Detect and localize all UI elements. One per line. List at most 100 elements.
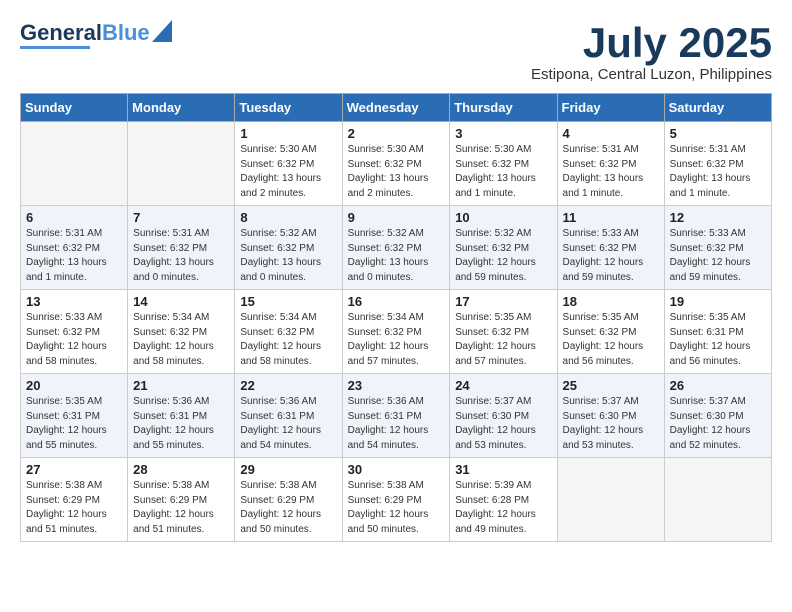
- calendar-cell: 26 Sunrise: 5:37 AMSunset: 6:30 PMDayligh…: [664, 374, 771, 458]
- weekday-header: Thursday: [450, 94, 557, 122]
- calendar-cell: [557, 458, 664, 542]
- day-number: 19: [670, 294, 766, 309]
- calendar-cell: 3 Sunrise: 5:30 AMSunset: 6:32 PMDaylight…: [450, 122, 557, 206]
- calendar-cell: 17 Sunrise: 5:35 AMSunset: 6:32 PMDayligh…: [450, 290, 557, 374]
- calendar-cell: [128, 122, 235, 206]
- weekday-header-row: SundayMondayTuesdayWednesdayThursdayFrid…: [21, 94, 772, 122]
- day-number: 5: [670, 126, 766, 141]
- day-number: 30: [348, 462, 445, 477]
- weekday-header: Tuesday: [235, 94, 342, 122]
- day-detail: Sunrise: 5:31 AMSunset: 6:32 PMDaylight:…: [133, 227, 229, 285]
- calendar-cell: [664, 458, 771, 542]
- day-number: 3: [455, 126, 551, 141]
- day-detail: Sunrise: 5:35 AMSunset: 6:31 PMDaylight:…: [26, 395, 122, 453]
- day-number: 15: [240, 294, 336, 309]
- calendar-cell: 24Sunrise: 5:37 AMSunset: 6:30 PMDayligh…: [450, 374, 557, 458]
- calendar-cell: [21, 122, 128, 206]
- calendar-cell: 22Sunrise: 5:36 AMSunset: 6:31 PMDayligh…: [235, 374, 342, 458]
- calendar-cell: 28 Sunrise: 5:38 AMSunset: 6:29 PMDayligh…: [128, 458, 235, 542]
- calendar-cell: 19 Sunrise: 5:35 AMSunset: 6:31 PMDayligh…: [664, 290, 771, 374]
- month-title: July 2025: [531, 20, 772, 66]
- calendar-cell: 30 Sunrise: 5:38 AMSunset: 6:29 PMDayligh…: [342, 458, 450, 542]
- day-number: 4: [563, 126, 659, 141]
- calendar-week-row: 13 Sunrise: 5:33 AMSunset: 6:32 PMDayligh…: [21, 290, 772, 374]
- day-number: 31: [455, 462, 551, 477]
- day-number: 21: [133, 378, 229, 393]
- day-number: 29: [240, 462, 336, 477]
- day-number: 10: [455, 210, 551, 225]
- logo: GeneralBlue: [20, 20, 172, 49]
- day-detail: Sunrise: 5:38 AMSunset: 6:29 PMDaylight:…: [26, 479, 122, 537]
- calendar-cell: 9 Sunrise: 5:32 AMSunset: 6:32 PMDaylight…: [342, 206, 450, 290]
- weekday-header: Sunday: [21, 94, 128, 122]
- day-detail: Sunrise: 5:31 AMSunset: 6:32 PMDaylight:…: [670, 143, 766, 201]
- calendar-week-row: 6 Sunrise: 5:31 AMSunset: 6:32 PMDaylight…: [21, 206, 772, 290]
- page-header: GeneralBlue July 2025 Estipona, Central …: [20, 20, 772, 83]
- calendar-cell: 1 Sunrise: 5:30 AMSunset: 6:32 PMDaylight…: [235, 122, 342, 206]
- calendar-cell: 21 Sunrise: 5:36 AMSunset: 6:31 PMDayligh…: [128, 374, 235, 458]
- day-number: 26: [670, 378, 766, 393]
- day-number: 23: [348, 378, 445, 393]
- calendar-cell: 25Sunrise: 5:37 AMSunset: 6:30 PMDayligh…: [557, 374, 664, 458]
- weekday-header: Friday: [557, 94, 664, 122]
- day-number: 13: [26, 294, 122, 309]
- day-number: 2: [348, 126, 445, 141]
- calendar-cell: 11Sunrise: 5:33 AMSunset: 6:32 PMDayligh…: [557, 206, 664, 290]
- weekday-header: Monday: [128, 94, 235, 122]
- calendar-cell: 27Sunrise: 5:38 AMSunset: 6:29 PMDayligh…: [21, 458, 128, 542]
- calendar-cell: 2Sunrise: 5:30 AMSunset: 6:32 PMDaylight…: [342, 122, 450, 206]
- calendar-week-row: 20 Sunrise: 5:35 AMSunset: 6:31 PMDayligh…: [21, 374, 772, 458]
- calendar-cell: 6 Sunrise: 5:31 AMSunset: 6:32 PMDaylight…: [21, 206, 128, 290]
- day-detail: Sunrise: 5:39 AMSunset: 6:28 PMDaylight:…: [455, 479, 551, 537]
- day-detail: Sunrise: 5:30 AMSunset: 6:32 PMDaylight:…: [240, 143, 336, 201]
- day-detail: Sunrise: 5:37 AMSunset: 6:30 PMDaylight:…: [455, 395, 551, 453]
- day-detail: Sunrise: 5:32 AMSunset: 6:32 PMDaylight:…: [455, 227, 551, 285]
- day-detail: Sunrise: 5:34 AMSunset: 6:32 PMDaylight:…: [348, 311, 445, 369]
- day-detail: Sunrise: 5:38 AMSunset: 6:29 PMDaylight:…: [133, 479, 229, 537]
- logo-underline: [20, 46, 90, 49]
- calendar-cell: 12Sunrise: 5:33 AMSunset: 6:32 PMDayligh…: [664, 206, 771, 290]
- day-detail: Sunrise: 5:36 AMSunset: 6:31 PMDaylight:…: [240, 395, 336, 453]
- day-number: 8: [240, 210, 336, 225]
- calendar-cell: 7 Sunrise: 5:31 AMSunset: 6:32 PMDaylight…: [128, 206, 235, 290]
- day-detail: Sunrise: 5:33 AMSunset: 6:32 PMDaylight:…: [563, 227, 659, 285]
- calendar-cell: 16 Sunrise: 5:34 AMSunset: 6:32 PMDayligh…: [342, 290, 450, 374]
- day-detail: Sunrise: 5:31 AMSunset: 6:32 PMDaylight:…: [563, 143, 659, 201]
- day-detail: Sunrise: 5:38 AMSunset: 6:29 PMDaylight:…: [348, 479, 445, 537]
- title-area: July 2025 Estipona, Central Luzon, Phili…: [531, 20, 772, 83]
- calendar-cell: 4 Sunrise: 5:31 AMSunset: 6:32 PMDaylight…: [557, 122, 664, 206]
- day-detail: Sunrise: 5:36 AMSunset: 6:31 PMDaylight:…: [133, 395, 229, 453]
- calendar-cell: 23Sunrise: 5:36 AMSunset: 6:31 PMDayligh…: [342, 374, 450, 458]
- day-number: 16: [348, 294, 445, 309]
- day-number: 28: [133, 462, 229, 477]
- location: Estipona, Central Luzon, Philippines: [531, 66, 772, 83]
- day-number: 25: [563, 378, 659, 393]
- day-detail: Sunrise: 5:32 AMSunset: 6:32 PMDaylight:…: [348, 227, 445, 285]
- day-detail: Sunrise: 5:30 AMSunset: 6:32 PMDaylight:…: [455, 143, 551, 201]
- calendar-cell: 18Sunrise: 5:35 AMSunset: 6:32 PMDayligh…: [557, 290, 664, 374]
- day-detail: Sunrise: 5:35 AMSunset: 6:32 PMDaylight:…: [563, 311, 659, 369]
- day-detail: Sunrise: 5:37 AMSunset: 6:30 PMDaylight:…: [670, 395, 766, 453]
- day-number: 1: [240, 126, 336, 141]
- calendar-cell: 29 Sunrise: 5:38 AMSunset: 6:29 PMDayligh…: [235, 458, 342, 542]
- calendar-week-row: 1 Sunrise: 5:30 AMSunset: 6:32 PMDaylight…: [21, 122, 772, 206]
- day-detail: Sunrise: 5:31 AMSunset: 6:32 PMDaylight:…: [26, 227, 122, 285]
- day-number: 17: [455, 294, 551, 309]
- day-detail: Sunrise: 5:33 AMSunset: 6:32 PMDaylight:…: [26, 311, 122, 369]
- calendar-cell: 31 Sunrise: 5:39 AMSunset: 6:28 PMDayligh…: [450, 458, 557, 542]
- day-number: 20: [26, 378, 122, 393]
- day-detail: Sunrise: 5:34 AMSunset: 6:32 PMDaylight:…: [240, 311, 336, 369]
- calendar-week-row: 27Sunrise: 5:38 AMSunset: 6:29 PMDayligh…: [21, 458, 772, 542]
- calendar: SundayMondayTuesdayWednesdayThursdayFrid…: [20, 93, 772, 542]
- calendar-cell: 14Sunrise: 5:34 AMSunset: 6:32 PMDayligh…: [128, 290, 235, 374]
- calendar-cell: 13 Sunrise: 5:33 AMSunset: 6:32 PMDayligh…: [21, 290, 128, 374]
- day-number: 9: [348, 210, 445, 225]
- day-detail: Sunrise: 5:38 AMSunset: 6:29 PMDaylight:…: [240, 479, 336, 537]
- day-detail: Sunrise: 5:35 AMSunset: 6:31 PMDaylight:…: [670, 311, 766, 369]
- day-number: 7: [133, 210, 229, 225]
- logo-icon: [152, 20, 172, 42]
- day-number: 6: [26, 210, 122, 225]
- day-detail: Sunrise: 5:35 AMSunset: 6:32 PMDaylight:…: [455, 311, 551, 369]
- weekday-header: Wednesday: [342, 94, 450, 122]
- day-detail: Sunrise: 5:33 AMSunset: 6:32 PMDaylight:…: [670, 227, 766, 285]
